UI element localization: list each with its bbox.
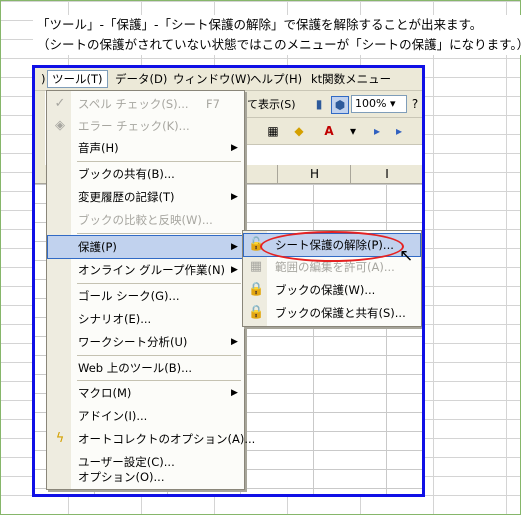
caption-line-2: （シートの保護がされていない状態ではこのメニューが「シートの保護」になります。）: [37, 37, 521, 52]
help-icon[interactable]: ?: [407, 96, 422, 112]
menu-item-speech[interactable]: 音声(H) ▶: [48, 137, 243, 159]
menu-item-track-changes[interactable]: 変更履歴の記録(T) ▶: [48, 186, 243, 208]
arrow-right-icon[interactable]: ▸: [369, 123, 385, 139]
drawing-icon[interactable]: ⬢: [331, 96, 349, 114]
menu-item-label: マクロ(M): [78, 386, 132, 400]
excel-screenshot: H I ) ツール(T) データ(D) ウィンドウ(W) ヘルプ(H) kt関数…: [32, 65, 425, 497]
protect-share-book-icon: 🔒: [248, 305, 265, 320]
menu-item-error-check[interactable]: ◈ エラー チェック(K)...: [48, 115, 243, 137]
menu-item-label: オンライン グループ作業(N): [78, 263, 226, 277]
menu-item-macro[interactable]: マクロ(M) ▶: [48, 382, 243, 404]
column-header-i[interactable]: I: [350, 165, 422, 183]
submenu-arrow-icon: ▶: [231, 388, 238, 398]
menu-item-label: エラー チェック(K)...: [78, 119, 190, 133]
menu-item-label: ワークシート分析(U): [78, 335, 188, 349]
more-icon[interactable]: ▸: [391, 123, 407, 139]
mouse-cursor-icon: ↖: [399, 246, 414, 266]
submenu-arrow-icon: ▶: [231, 265, 238, 275]
menu-item-goal-seek[interactable]: ゴール シーク(G)...: [48, 285, 243, 307]
menu-item-compare-merge[interactable]: ブックの比較と反映(W)...: [48, 209, 243, 231]
menu-data[interactable]: データ(D): [111, 71, 171, 87]
autocorrect-icon: ϟ: [55, 431, 65, 446]
submenu-arrow-icon: ▶: [231, 337, 238, 347]
menu-bar: ) ツール(T) データ(D) ウィンドウ(W) ヘルプ(H) kt関数メニュー: [35, 68, 422, 91]
menu-item-label: ブックの共有(B)...: [78, 167, 175, 181]
toolbar-options-icon[interactable]: ▾: [345, 123, 361, 139]
menu-item-label: オートコレクトのオプション(A)...: [78, 432, 256, 446]
menu-item-formula-auditing[interactable]: ワークシート分析(U) ▶: [48, 331, 243, 353]
submenu-arrow-icon: ▶: [231, 192, 238, 202]
menu-item-addins[interactable]: アドイン(I)...: [48, 405, 243, 427]
menu-item-spellcheck[interactable]: ✓ スペル チェック(S)... F7: [48, 93, 243, 115]
menu-window[interactable]: ウィンドウ(W): [169, 71, 255, 87]
submenu-arrow-icon: ▶: [231, 143, 238, 153]
menu-item-shortcut: F7: [206, 97, 220, 111]
menu-item-label: ゴール シーク(G)...: [78, 289, 180, 303]
menu-separator: [77, 380, 241, 381]
allow-edit-ranges-icon: ▦: [249, 259, 263, 274]
caption-line-1: 「ツール」-「保護」-「シート保護の解除」で保護を解除することが出来ます。: [37, 17, 483, 32]
toolbar-left-strip: [35, 91, 45, 171]
menu-item-label: ブックの保護と共有(S)...: [275, 306, 406, 320]
protect-book-icon: 🔒: [248, 282, 265, 297]
menu-item-scenarios[interactable]: シナリオ(E)...: [48, 308, 243, 330]
menu-item-label: アドイン(I)...: [78, 409, 148, 423]
menu-item-label: ブックの比較と反映(W)...: [78, 213, 213, 227]
menu-item-options[interactable]: オプション(O)...: [48, 466, 243, 488]
borders-icon[interactable]: ▦: [265, 123, 281, 139]
formatting-toolbar: ▦ ◆ A ▾ ▸ ▸: [245, 118, 422, 145]
menu-item-protect[interactable]: 保護(P) ▶: [47, 235, 244, 259]
menu-separator: [77, 283, 241, 284]
zoom-value: 100%: [355, 97, 387, 110]
annotation-ellipse: [260, 231, 404, 262]
menu-item-label: スペル チェック(S)...: [78, 97, 189, 111]
menu-help[interactable]: ヘルプ(H): [246, 71, 306, 87]
menu-tools[interactable]: ツール(T): [47, 70, 108, 88]
tools-menu: ✓ スペル チェック(S)... F7 ◈ エラー チェック(K)... 音声(…: [46, 90, 256, 490]
standard-toolbar: て表示(S) ▮ ⬢ 100% ▾ ?: [245, 91, 422, 118]
menu-item-online-collab[interactable]: オンライン グループ作業(N) ▶: [48, 259, 243, 281]
menu-separator: [77, 161, 241, 162]
menu-item-share-book[interactable]: ブックの共有(B)...: [48, 163, 243, 185]
chart-icon[interactable]: ▮: [311, 96, 327, 112]
column-header-h[interactable]: H: [277, 165, 351, 183]
menu-item-protect-book[interactable]: 🔒 ブックの保護(W)...: [244, 279, 420, 301]
menu-item-label: オプション(O)...: [78, 470, 165, 484]
font-color-icon[interactable]: A: [321, 123, 337, 139]
menu-item-protect-share-book[interactable]: 🔒 ブックの保護と共有(S)...: [244, 302, 420, 324]
error-check-icon: ◈: [55, 118, 65, 133]
menu-separator: [77, 233, 241, 234]
caption: 「ツール」-「保護」-「シート保護の解除」で保護を解除することが出来ます。 （シ…: [33, 15, 521, 55]
menu-item-label: 保護(P): [78, 240, 117, 254]
submenu-arrow-icon: ▶: [231, 242, 238, 252]
show-button[interactable]: て表示(S): [247, 96, 296, 112]
menu-item-label: Web 上のツール(B)...: [78, 361, 193, 375]
menu-item-web-tools[interactable]: Web 上のツール(B)...: [48, 357, 243, 379]
spellcheck-icon: ✓: [54, 96, 66, 111]
menu-item-label: 変更履歴の記録(T): [78, 190, 175, 204]
menu-kt[interactable]: kt関数メニュー: [307, 71, 395, 87]
zoom-box[interactable]: 100% ▾: [351, 95, 407, 113]
fill-color-icon[interactable]: ◆: [291, 123, 307, 139]
menu-item-autocorrect[interactable]: ϟ オートコレクトのオプション(A)...: [48, 428, 256, 450]
menu-item-label: ブックの保護(W)...: [275, 283, 376, 297]
menu-item-label: シナリオ(E)...: [78, 312, 152, 326]
menu-separator: [77, 355, 241, 356]
menu-item-label: 音声(H): [78, 141, 119, 155]
